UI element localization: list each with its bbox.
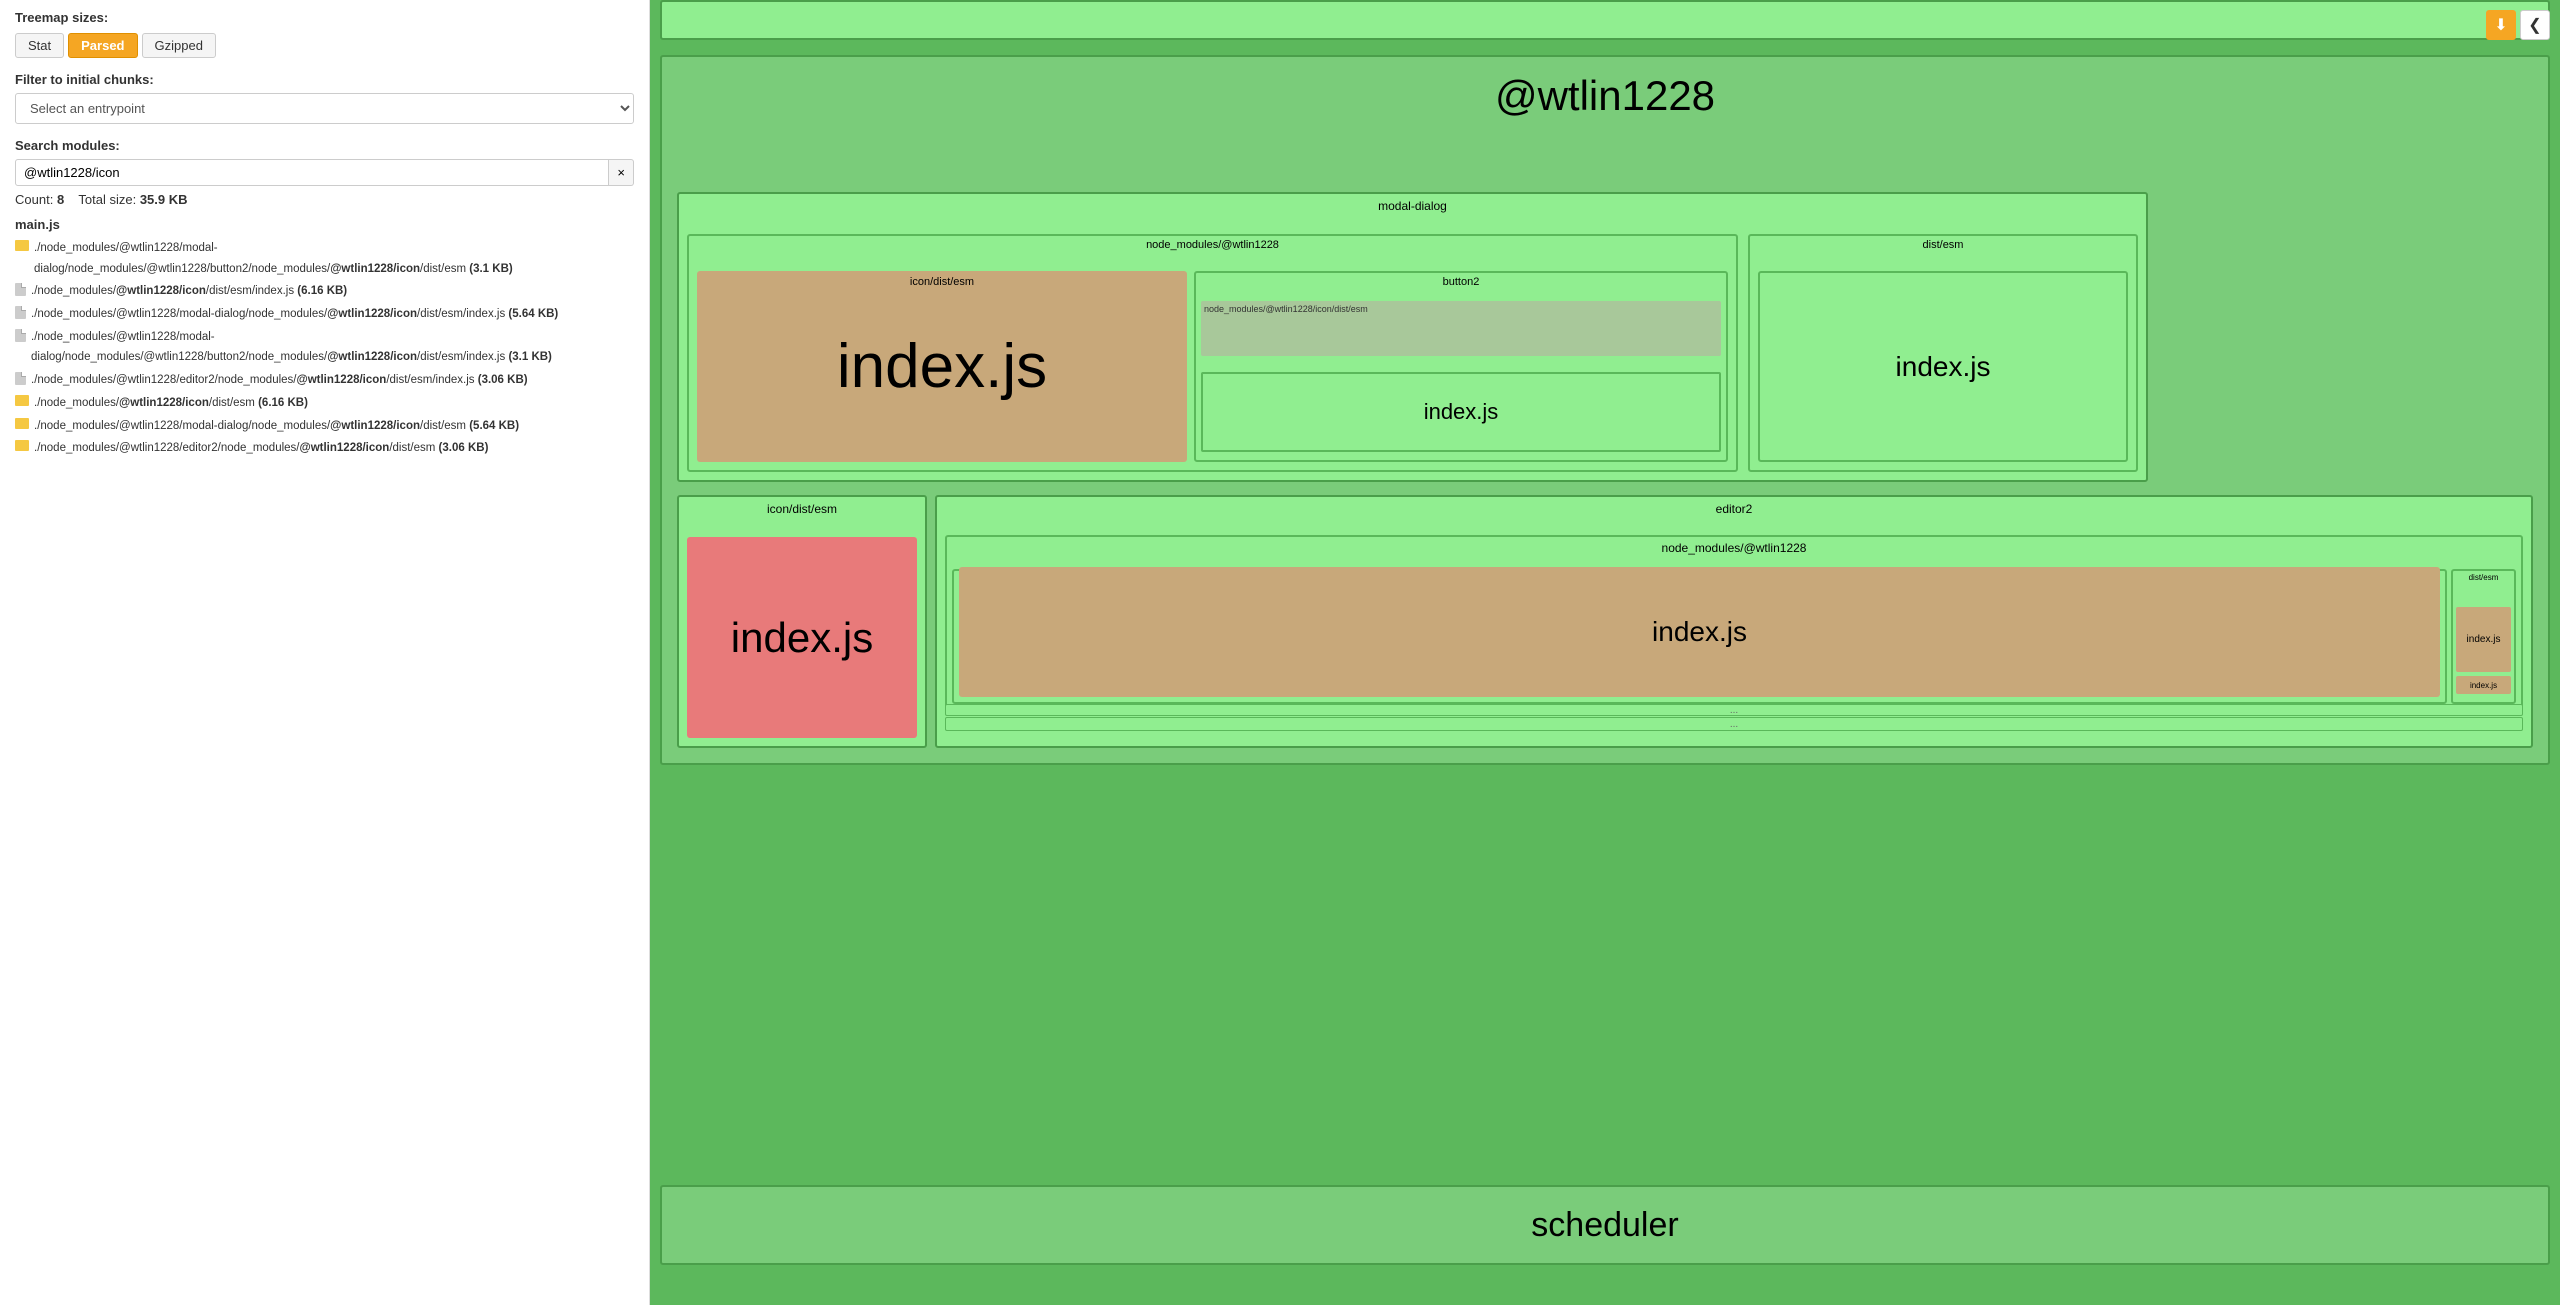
module-path: ./node_modules/@wtlin1228/icon/dist/esm/…	[31, 281, 347, 302]
search-clear-button[interactable]: ×	[609, 159, 634, 186]
tab-gzipped[interactable]: Gzipped	[142, 33, 216, 58]
file-icon	[15, 283, 26, 296]
button2-inner-node: node_modules/@wtlin1228/icon/dist/esm	[1201, 301, 1721, 356]
list-item: ./node_modules/@wtlin1228/icon/dist/esm …	[15, 393, 634, 414]
list-item: ./node_modules/@wtlin1228/modal-dialog/n…	[15, 238, 634, 279]
editor2-dist-index-js: index.js	[2456, 607, 2511, 672]
total-size-value: 35.9 KB	[140, 192, 188, 207]
total-size-label: Total size:	[78, 192, 136, 207]
editor2-icon-index-js: index.js	[959, 567, 2440, 697]
collapse-button[interactable]: ❮	[2520, 10, 2550, 40]
filter-select[interactable]: Select an entrypoint	[15, 93, 634, 124]
list-item: ./node_modules/@wtlin1228/icon/dist/esm/…	[15, 281, 634, 302]
scheduler-title: scheduler	[1531, 1206, 1678, 1245]
modal-dialog-section[interactable]: modal-dialog node_modules/@wtlin1228 ico…	[677, 192, 2148, 482]
list-item: ./node_modules/@wtlin1228/modal-dialog/n…	[15, 304, 634, 325]
module-path: ./node_modules/@wtlin1228/modal-dialog/n…	[31, 327, 634, 368]
search-input[interactable]	[15, 159, 609, 186]
icon-dist-esm-inner-label: icon/dist/esm	[697, 276, 1187, 288]
tab-group: Stat Parsed Gzipped	[15, 33, 634, 58]
top-controls: ⬇ ❮	[2486, 10, 2550, 40]
treemap-sizes-label: Treemap sizes:	[15, 10, 634, 25]
dist-esm-index-js: index.js	[1758, 271, 2128, 462]
list-item: ./node_modules/@wtlin1228/modal-dialog/n…	[15, 327, 634, 368]
module-path: ./node_modules/@wtlin1228/modal-dialog/n…	[31, 304, 558, 325]
filter-label: Filter to initial chunks:	[15, 72, 634, 87]
editor2-title: editor2	[937, 497, 2531, 519]
search-row: ×	[15, 159, 634, 186]
count-label: Count:	[15, 192, 53, 207]
wtlin1228-section[interactable]: @wtlin1228 modal-dialog node_modules/@wt…	[660, 55, 2550, 765]
editor2-dist-index-js2: index.js	[2456, 676, 2511, 694]
folder-icon	[15, 395, 29, 406]
wtlin1228-title: @wtlin1228	[662, 57, 2548, 130]
list-item: ./node_modules/@wtlin1228/editor2/node_m…	[15, 438, 634, 459]
dist-esm-title: dist/esm	[1750, 236, 2136, 254]
button2-index-js: index.js	[1201, 372, 1721, 452]
tab-stat[interactable]: Stat	[15, 33, 64, 58]
module-path: ./node_modules/@wtlin1228/editor2/node_m…	[34, 438, 488, 459]
module-path: ./node_modules/@wtlin1228/modal-dialog/n…	[34, 238, 634, 279]
download-button[interactable]: ⬇	[2486, 10, 2516, 40]
count-info: Count: 8 Total size: 35.9 KB	[15, 192, 634, 207]
folder-icon	[15, 418, 29, 429]
tab-parsed[interactable]: Parsed	[68, 33, 137, 58]
left-panel: Treemap sizes: Stat Parsed Gzipped Filte…	[0, 0, 650, 1305]
node-modules-wtlin-title: node_modules/@wtlin1228	[689, 236, 1736, 254]
button2-node-label: node_modules/@wtlin1228/icon/dist/esm	[1204, 304, 1368, 314]
editor2-ellipsis-2: ...	[945, 704, 2523, 716]
file-icon	[15, 329, 26, 342]
file-icon	[15, 306, 26, 319]
module-path: ./node_modules/@wtlin1228/icon/dist/esm …	[34, 393, 308, 414]
top-section-bar[interactable]	[660, 0, 2550, 40]
module-path: ./node_modules/@wtlin1228/modal-dialog/n…	[34, 416, 519, 437]
icon-dist-esm-lower-title: icon/dist/esm	[679, 497, 925, 519]
count-value: 8	[57, 192, 64, 207]
list-item: ./node_modules/@wtlin1228/editor2/node_m…	[15, 370, 634, 391]
icon-dist-esm-lower-index: index.js	[687, 537, 917, 738]
big-index-js-1: index.js	[837, 331, 1047, 402]
right-panel: ⬇ ❮ @wtlin1228 modal-dialog node_modules…	[650, 0, 2560, 1305]
folder-icon	[15, 240, 29, 251]
search-label: Search modules:	[15, 138, 634, 153]
treemap-container: @wtlin1228 modal-dialog node_modules/@wt…	[650, 0, 2560, 1305]
folder-icon	[15, 440, 29, 451]
editor2-node-modules-title: node_modules/@wtlin1228	[947, 537, 2521, 559]
modal-dialog-title: modal-dialog	[679, 194, 2146, 216]
module-list: ./node_modules/@wtlin1228/modal-dialog/n…	[15, 238, 634, 459]
module-section-title: main.js	[15, 217, 634, 232]
editor2-dist-esm-title: dist/esm	[2453, 571, 2514, 584]
list-item: ./node_modules/@wtlin1228/modal-dialog/n…	[15, 416, 634, 437]
editor2-ellipsis-1: ...	[945, 717, 2523, 731]
file-icon	[15, 372, 26, 385]
button2-title: button2	[1196, 273, 1726, 291]
scheduler-section[interactable]: scheduler	[660, 1185, 2550, 1265]
module-path: ./node_modules/@wtlin1228/editor2/node_m…	[31, 370, 528, 391]
